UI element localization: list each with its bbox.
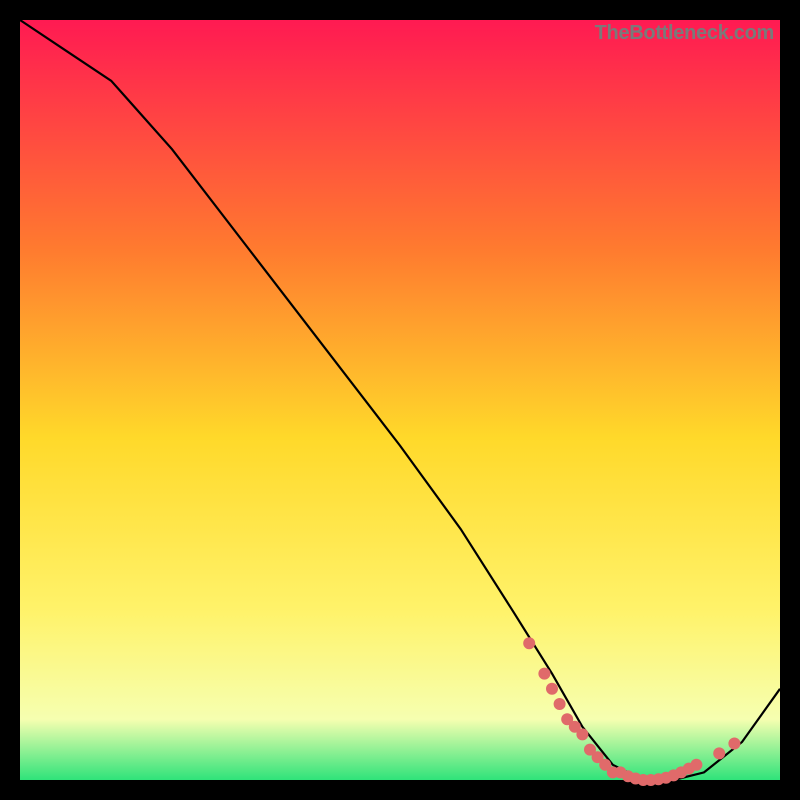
plot-area: TheBottleneck.com (20, 20, 780, 780)
bottleneck-curve (20, 20, 780, 780)
curve-marker (538, 668, 550, 680)
bottleneck-curve-svg (20, 20, 780, 780)
curve-marker (576, 728, 588, 740)
curve-marker (690, 759, 702, 771)
curve-marker (728, 738, 740, 750)
curve-marker (523, 637, 535, 649)
curve-marker (546, 683, 558, 695)
curve-marker (554, 698, 566, 710)
chart-frame: TheBottleneck.com (0, 0, 800, 800)
curve-markers (523, 637, 740, 786)
curve-marker (713, 747, 725, 759)
